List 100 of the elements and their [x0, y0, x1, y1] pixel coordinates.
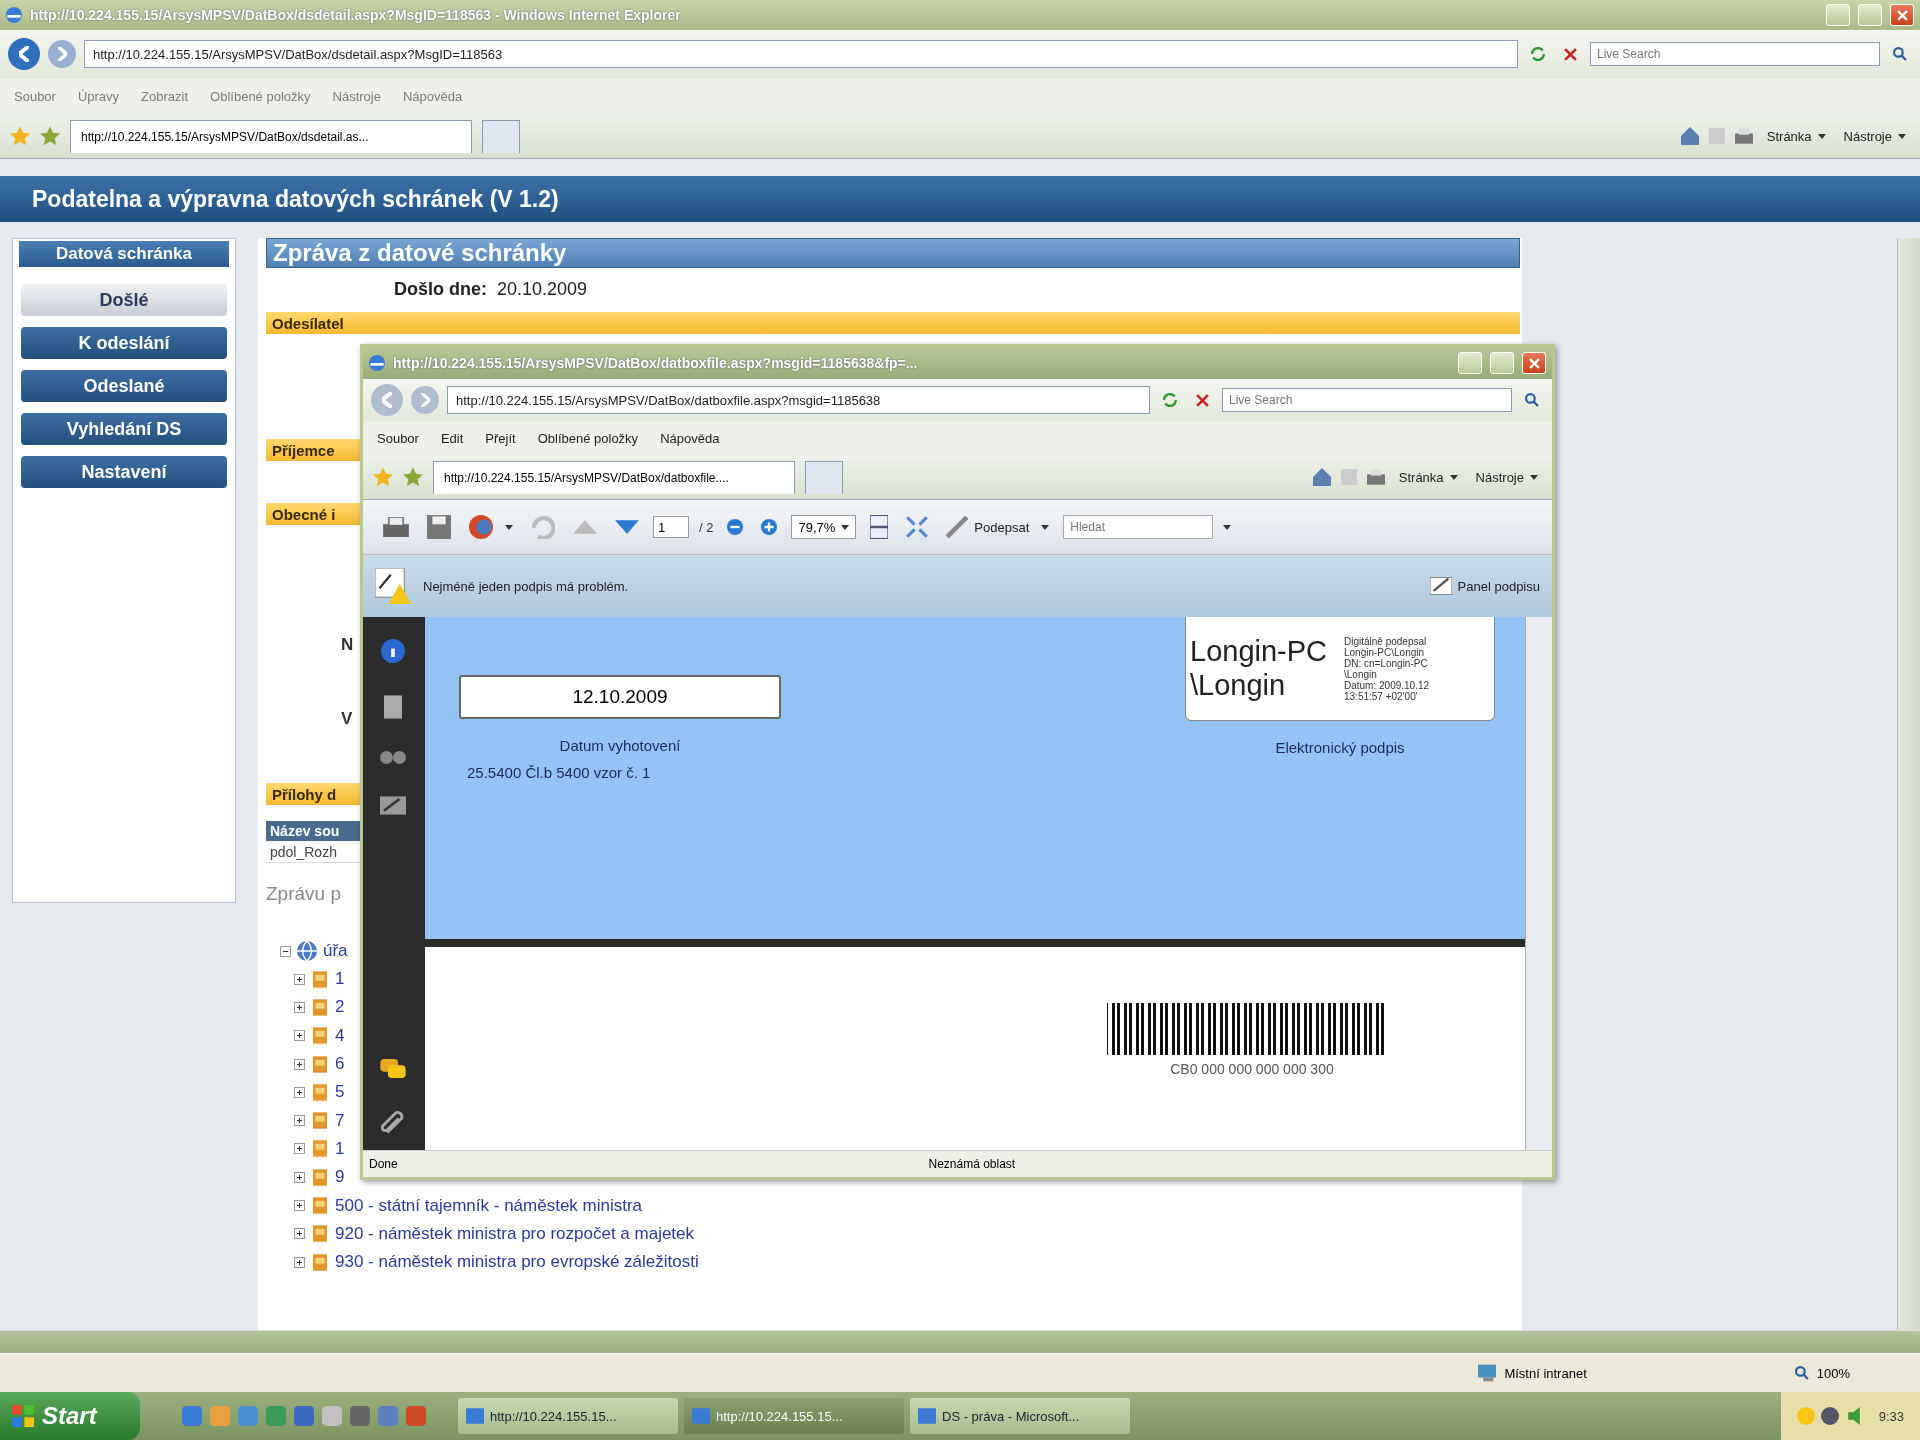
- signature-detail: \Longin: [1344, 668, 1377, 680]
- browser-tab[interactable]: http://10.224.155.15/ArsysMPSV/DatBox/dsdetail.as...: [70, 119, 472, 153]
- tree-item[interactable]: 7: [335, 1110, 345, 1131]
- expand-toggle[interactable]: [294, 1228, 305, 1240]
- menu-item[interactable]: Soubor: [14, 88, 56, 104]
- up-arrow-icon: [573, 520, 597, 534]
- add-favorite-icon[interactable]: [403, 467, 423, 487]
- expand-toggle[interactable]: [294, 1200, 305, 1211]
- home-icon[interactable]: [1680, 127, 1699, 145]
- tree-item[interactable]: 500 - státní tajemník - náměstek ministra: [335, 1195, 643, 1216]
- pen-icon: [946, 516, 969, 538]
- vertical-scrollbar[interactable]: [1525, 617, 1552, 1150]
- tree-item[interactable]: 5: [335, 1082, 345, 1103]
- tree-item[interactable]: 920 - náměstek ministra pro rozpočet a majetek: [335, 1223, 695, 1244]
- back-button[interactable]: [8, 38, 40, 70]
- menu-item[interactable]: Úpravy: [77, 88, 120, 104]
- pages-icon[interactable]: [384, 695, 402, 719]
- expand-toggle[interactable]: [294, 1030, 305, 1042]
- command-button[interactable]: Stránka: [1762, 128, 1830, 144]
- menu-item[interactable]: Oblíbené položky: [210, 88, 311, 104]
- tree-item[interactable]: 6: [335, 1054, 345, 1075]
- page-icon: [870, 515, 889, 539]
- command-button[interactable]: Nástroje: [1471, 469, 1542, 485]
- home-icon[interactable]: [1312, 468, 1331, 486]
- address-field[interactable]: http://10.224.155.15/ArsysMPSV/DatBox/datboxfile.aspx?msgid=1185638: [447, 386, 1150, 414]
- taskbar-button[interactable]: http://10.224.155.15...: [458, 1398, 678, 1434]
- address-field[interactable]: http://10.224.155.15/ArsysMPSV/DatBox/dsdetail.aspx?MsgID=118563: [84, 40, 1518, 68]
- expand-toggle[interactable]: [294, 1086, 305, 1098]
- horizontal-scrollbar[interactable]: [0, 1330, 1920, 1353]
- forward-label: Zprávu p: [266, 883, 342, 906]
- forward-button[interactable]: [48, 40, 76, 68]
- command-button[interactable]: Stránka: [1394, 469, 1462, 485]
- menu-item[interactable]: Nástroje: [332, 88, 381, 104]
- close-button[interactable]: [1890, 4, 1914, 26]
- tree-item[interactable]: 4: [335, 1025, 345, 1046]
- signature-panel-button[interactable]: Panel podpisu: [1429, 577, 1540, 595]
- favorites-star-icon[interactable]: [373, 467, 393, 487]
- book-icon: [313, 1197, 327, 1214]
- printer-icon[interactable]: [1734, 127, 1753, 145]
- menu-item[interactable]: Nápověda: [660, 430, 720, 446]
- expand-toggle[interactable]: [294, 1115, 305, 1127]
- sidebar-button[interactable]: Odeslané: [21, 370, 227, 402]
- status-text: Done: [369, 1157, 398, 1171]
- expand-toggle[interactable]: [294, 1256, 305, 1268]
- minimize-button[interactable]: [1826, 4, 1850, 26]
- menu-item[interactable]: Zobrazit: [141, 88, 189, 104]
- quick-launch-icon[interactable]: [350, 1406, 370, 1426]
- window-icon: [692, 1408, 710, 1424]
- tree-item[interactable]: úřa: [323, 941, 348, 961]
- collapse-toggle[interactable]: [280, 945, 291, 957]
- signature-icon[interactable]: [380, 796, 406, 815]
- minimize-button[interactable]: [1458, 352, 1482, 374]
- expand-toggle[interactable]: [294, 1001, 305, 1013]
- sidebar-button[interactable]: K odeslání: [21, 327, 227, 359]
- info-icon[interactable]: [381, 639, 405, 663]
- tree-item[interactable]: 1: [335, 969, 345, 990]
- menu-item[interactable]: Oblíbené položky: [537, 430, 639, 446]
- add-favorite-icon[interactable]: [40, 126, 60, 146]
- tree-item[interactable]: 1: [335, 1138, 345, 1159]
- paperclip-icon[interactable]: [381, 1110, 405, 1134]
- tree-item[interactable]: 2: [335, 997, 345, 1018]
- zoom-level[interactable]: 100%: [1816, 1365, 1850, 1381]
- expand-toggle[interactable]: [294, 1058, 305, 1070]
- sidebar-button[interactable]: Vyhledání DS: [21, 413, 227, 445]
- browser-tab[interactable]: http://10.224.155.15/ArsysMPSV/DatBox/datboxfile....: [433, 460, 795, 494]
- command-button[interactable]: Nástroje: [1839, 128, 1910, 144]
- taskbar-button[interactable]: http://10.224.155.15...: [684, 1398, 904, 1434]
- maximize-button[interactable]: [1858, 4, 1882, 26]
- page-count: / 2: [699, 519, 714, 535]
- close-button[interactable]: [1522, 352, 1546, 374]
- expand-toggle[interactable]: [294, 1171, 305, 1183]
- menu-item[interactable]: Nápověda: [402, 88, 463, 104]
- favorites-star-icon[interactable]: [10, 126, 30, 146]
- sidebar-button[interactable]: Nastavení: [21, 456, 227, 488]
- expand-toggle[interactable]: [294, 1143, 305, 1155]
- printer-icon[interactable]: [1366, 468, 1385, 486]
- binoculars-icon[interactable]: [380, 751, 406, 764]
- windows-flag-icon: [12, 1405, 34, 1427]
- zoom-dropdown[interactable]: 79,7%: [791, 515, 857, 539]
- comments-icon[interactable]: [380, 1059, 406, 1078]
- menu-item[interactable]: Přejít: [485, 430, 516, 446]
- search-field[interactable]: Live Search: [1222, 388, 1512, 412]
- tree-item[interactable]: 930 - náměstek ministra pro evropské záležitosti: [335, 1252, 699, 1273]
- find-field[interactable]: Hledat: [1063, 515, 1214, 539]
- forward-button[interactable]: [411, 386, 439, 414]
- expand-toggle[interactable]: [294, 973, 305, 985]
- new-tab-button[interactable]: [805, 460, 843, 494]
- sign-button[interactable]: Podepsat: [942, 510, 1054, 544]
- new-tab-button[interactable]: [482, 119, 520, 153]
- menu-item[interactable]: Edit: [440, 430, 464, 446]
- taskbar-button[interactable]: DS - práva - Microsoft...: [910, 1398, 1130, 1434]
- tree-item[interactable]: 9: [335, 1167, 345, 1188]
- start-button[interactable]: Start: [0, 1392, 140, 1440]
- page-number-field[interactable]: 1: [653, 516, 689, 538]
- vertical-scrollbar[interactable]: [1897, 238, 1920, 1330]
- menu-item[interactable]: Soubor: [377, 430, 419, 446]
- search-field[interactable]: Live Search: [1590, 42, 1880, 66]
- maximize-button[interactable]: [1490, 352, 1514, 374]
- signature-label: Elektronický podpis: [1275, 739, 1405, 756]
- sidebar-button[interactable]: Došlé: [21, 284, 227, 316]
